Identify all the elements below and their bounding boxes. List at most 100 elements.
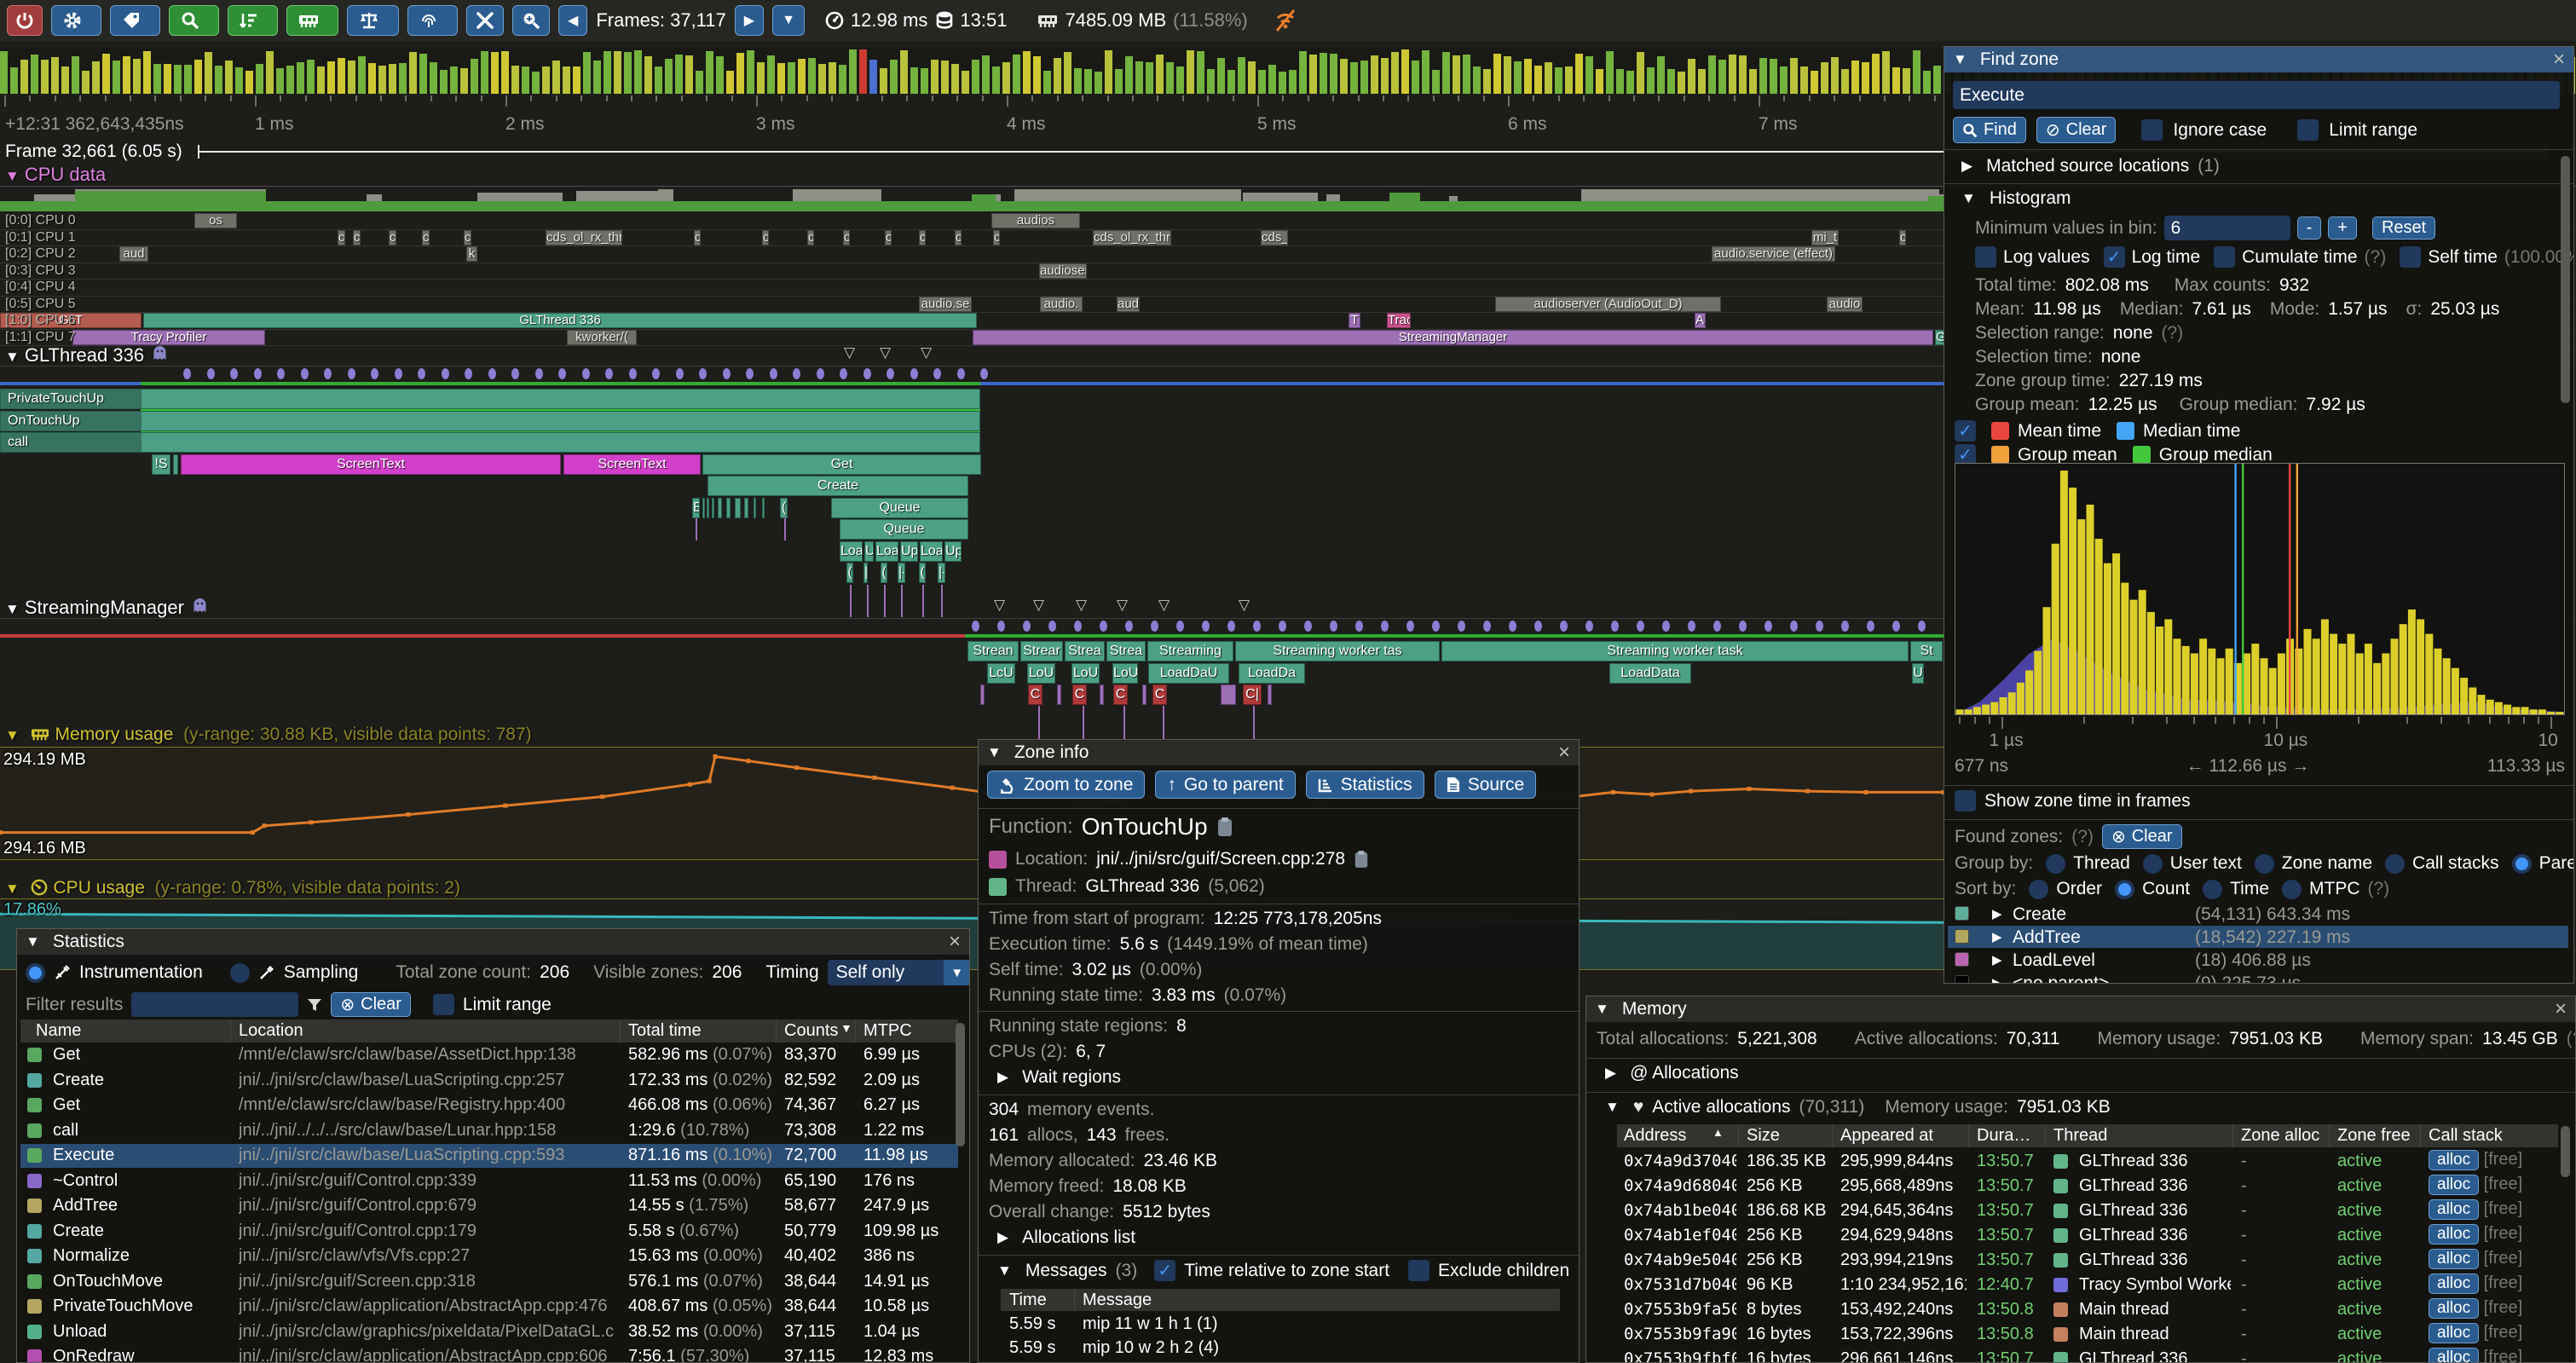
- running-state-line[interactable]: [965, 634, 1944, 638]
- timeline-zone[interactable]: C: [1152, 684, 1167, 705]
- sample-dot[interactable]: [558, 368, 566, 379]
- timeline-zone[interactable]: U: [1912, 663, 1924, 684]
- statistics-table-row[interactable]: PrivateTouchMovejni/../jni/src/claw/appl…: [20, 1295, 958, 1319]
- timing-combo[interactable]: Self only▼: [828, 960, 970, 985]
- frame-bar[interactable]: [399, 63, 407, 94]
- frame-bar[interactable]: [1227, 70, 1235, 94]
- frame-bar[interactable]: [20, 60, 28, 94]
- sample-dot[interactable]: [324, 368, 332, 379]
- sample-dot[interactable]: [1790, 621, 1798, 632]
- timeline-zone[interactable]: LoU: [1112, 663, 1138, 684]
- memory-table-row[interactable]: 0x74ab9e5040256 KB293,994,219ns13:50.7GL…: [1617, 1249, 2558, 1273]
- frame-bar[interactable]: [1903, 68, 1910, 94]
- memory-table-header[interactable]: Address ▲ Size Appeared at Dura… Thread …: [1617, 1124, 2558, 1147]
- close-icon[interactable]: ×: [2555, 999, 2567, 1019]
- sample-dot[interactable]: [887, 368, 894, 379]
- frame-bar[interactable]: [133, 59, 141, 94]
- timeline-zone[interactable]: C: [1028, 684, 1043, 705]
- expand-icon[interactable]: ▶: [1992, 906, 2002, 921]
- sample-dot[interactable]: [277, 368, 285, 379]
- timeline-zone[interactable]: c: [1899, 230, 1906, 245]
- frame-bar[interactable]: [205, 52, 212, 94]
- frame-bar[interactable]: [501, 51, 509, 94]
- col-thread[interactable]: Thread: [2053, 1126, 2107, 1146]
- zoom-search-button[interactable]: [512, 5, 550, 36]
- frame-bar[interactable]: [1453, 55, 1460, 94]
- timeline-zone[interactable]: [754, 498, 756, 518]
- statistics-titlebar[interactable]: ▼ Statistics ×: [17, 929, 969, 955]
- frame-bar[interactable]: [1187, 50, 1194, 94]
- frame-bar[interactable]: [419, 54, 427, 94]
- scrollbar-thumb[interactable]: [2561, 156, 2570, 403]
- timeline-zone[interactable]: mi_t: [1811, 230, 1839, 245]
- frame-bar[interactable]: [1105, 50, 1112, 94]
- timeline-zone[interactable]: c: [694, 230, 701, 245]
- frame-bar[interactable]: [1309, 55, 1317, 94]
- memory-usage-header[interactable]: ▼ Memory usage (y-range: 30.88 KB, visib…: [5, 725, 532, 745]
- frame-bar[interactable]: [1125, 56, 1133, 94]
- sample-dot[interactable]: [230, 368, 238, 379]
- memory-usage-plot[interactable]: [0, 748, 1944, 859]
- statistics-table-row[interactable]: OnTouchMovejni/../jni/src/guif/Screen.cp…: [20, 1270, 958, 1294]
- col-duration[interactable]: Dura…: [1977, 1126, 2030, 1146]
- frame-bar[interactable]: [1166, 62, 1174, 94]
- clear-button[interactable]: ⊘Clear: [2036, 117, 2117, 143]
- frame-bar[interactable]: [1371, 55, 1378, 94]
- frame-bar[interactable]: [1514, 61, 1522, 94]
- cpu-core-row[interactable]: audio.seaudio.audaudioserver (AudioOut_D…: [0, 297, 1944, 312]
- tools-button[interactable]: [466, 5, 504, 36]
- timeline-zone[interactable]: GLThread 336: [143, 313, 977, 328]
- timeline-zone[interactable]: [173, 454, 178, 475]
- exclude-children-checkbox[interactable]: [1408, 1260, 1430, 1281]
- sample-dot[interactable]: [418, 368, 425, 379]
- frame-bar[interactable]: [471, 59, 478, 94]
- help-hint[interactable]: (?): [2162, 323, 2184, 344]
- memory-table-row[interactable]: 0x74a9d37040186.35 KB295,999,844ns13:50.…: [1617, 1150, 2558, 1174]
- group-by-radio[interactable]: [2255, 854, 2274, 874]
- expand-icon[interactable]: ▶: [1961, 158, 1972, 175]
- expand-icon[interactable]: ▶: [1992, 952, 2002, 967]
- frame-bar[interactable]: [1320, 53, 1327, 94]
- sample-dot[interactable]: [910, 368, 918, 379]
- timeline-zone[interactable]: Streaming worker tas: [1235, 641, 1440, 661]
- frame-bar[interactable]: [1473, 66, 1481, 94]
- timeline-zone[interactable]: Up: [900, 541, 918, 562]
- sample-dot[interactable]: [348, 368, 355, 379]
- timeline-zone[interactable]: Loa: [920, 541, 943, 562]
- frame-bar[interactable]: [951, 64, 959, 94]
- timeline-zone[interactable]: Queue: [831, 498, 968, 518]
- timeline-zone[interactable]: aud: [119, 246, 148, 262]
- expand-icon[interactable]: ▶: [997, 1229, 1008, 1246]
- frame-bar[interactable]: [1545, 62, 1552, 94]
- sample-dot[interactable]: [1406, 621, 1414, 632]
- histogram-section-row[interactable]: ▼Histogram: [1961, 188, 2071, 209]
- timeline-zone[interactable]: [702, 498, 705, 518]
- collapse-icon[interactable]: ▼: [1595, 1001, 1609, 1018]
- frame-bar[interactable]: [839, 65, 846, 94]
- frame-bar[interactable]: [696, 71, 703, 94]
- statistics-table-row[interactable]: calljni/../jni/../../../src/claw/base/Lu…: [20, 1119, 958, 1143]
- statistics-table-row[interactable]: Createjni/../jni/src/claw/base/LuaScript…: [20, 1069, 958, 1093]
- find-zone-titlebar[interactable]: ▼ Find zone ×: [1944, 47, 2573, 72]
- frame-bar[interactable]: [1749, 69, 1757, 94]
- frame-bar[interactable]: [225, 61, 233, 94]
- collapse-icon[interactable]: ▼: [1961, 190, 1976, 207]
- timeline-zone[interactable]: [712, 498, 714, 518]
- timeline-zone[interactable]: |-: [898, 563, 905, 583]
- running-state-line[interactable]: [0, 382, 141, 385]
- timeline-zone[interactable]: LcU: [987, 663, 1015, 684]
- timeline-zone[interactable]: !S: [152, 454, 170, 475]
- timeline-zone[interactable]: cds_ol_rx_thr: [546, 230, 622, 245]
- alloc-callstack-button[interactable]: alloc: [2429, 1224, 2479, 1245]
- frame-bar[interactable]: [890, 60, 898, 94]
- collapse-icon[interactable]: ▼: [5, 349, 20, 365]
- sample-dot[interactable]: [933, 368, 941, 379]
- timeline-zone[interactable]: c: [919, 230, 926, 245]
- frame-bar[interactable]: [910, 67, 918, 94]
- timeline-zone[interactable]: LoadDa: [1239, 663, 1305, 684]
- frame-bar[interactable]: [1258, 70, 1266, 94]
- sample-dot[interactable]: [1381, 621, 1389, 632]
- sample-dot[interactable]: [1023, 621, 1031, 632]
- timeline-zone[interactable]: c: [885, 230, 892, 245]
- frame-bar[interactable]: [481, 51, 488, 94]
